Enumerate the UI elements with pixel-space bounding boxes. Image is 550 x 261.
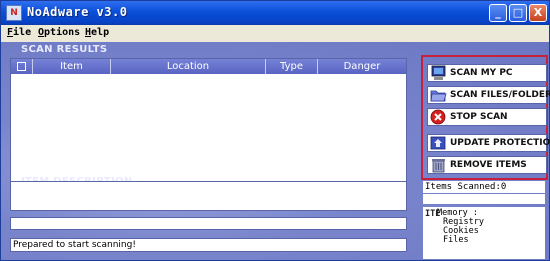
window-title: NoAdware v3.0	[27, 5, 128, 19]
scan-my-pc-label: SCAN MY PC	[450, 68, 513, 78]
scan-files-folders-button[interactable]: SCAN FILES/FOLDERS	[427, 86, 550, 104]
trash-icon	[432, 159, 445, 173]
menu-options[interactable]: Options	[38, 27, 80, 38]
update-protection-label: UPDATE PROTECTION	[450, 138, 550, 148]
remove-items-label: REMOVE ITEMS	[450, 160, 527, 170]
tree-node-files[interactable]: Files	[443, 235, 469, 245]
scan-target-tree[interactable]: ITE Memory : Registry Cookies Files	[423, 207, 545, 259]
main-panel: SCAN RESULTS Item Location Type Danger I…	[1, 42, 550, 260]
stop-scan-label: STOP SCAN	[450, 112, 508, 122]
status-text: Prepared to start scanning!	[10, 238, 407, 252]
folder-icon	[430, 90, 447, 102]
menu-file[interactable]: File	[7, 27, 31, 38]
item-description-box[interactable]	[10, 181, 407, 211]
app-logo-icon: N	[6, 5, 22, 21]
scan-files-folders-label: SCAN FILES/FOLDERS	[450, 90, 550, 100]
scan-status-field	[423, 194, 545, 204]
column-header-danger[interactable]: Danger	[318, 59, 406, 74]
menu-file-label: ile	[13, 27, 32, 38]
maximize-button[interactable]: □	[509, 4, 527, 22]
column-header-location[interactable]: Location	[111, 59, 266, 74]
stop-icon	[430, 109, 446, 125]
app-window: N NoAdware v3.0 _ □ X File Options Help …	[0, 0, 550, 261]
column-header-item[interactable]: Item	[33, 59, 111, 74]
update-icon	[430, 136, 446, 150]
menu-help-label: elp	[91, 27, 110, 38]
actions-panel: SCAN MY PC SCAN FILES/FOLDERS STOP SCAN	[421, 55, 550, 180]
progress-bar	[10, 217, 407, 230]
title-bar[interactable]: N NoAdware v3.0 _ □ X	[1, 1, 549, 25]
select-all-checkbox[interactable]	[11, 59, 33, 74]
menu-options-label: ptions	[44, 27, 81, 38]
menu-bar: File Options Help	[1, 25, 549, 42]
items-scanned-counter: Items Scanned:0	[423, 181, 545, 193]
remove-items-button[interactable]: REMOVE ITEMS	[427, 156, 547, 174]
table-header: Item Location Type Danger	[11, 59, 406, 74]
minimize-button[interactable]: _	[489, 4, 507, 22]
computer-icon	[431, 65, 446, 80]
update-protection-button[interactable]: UPDATE PROTECTION	[427, 134, 550, 152]
stop-scan-button[interactable]: STOP SCAN	[427, 108, 547, 126]
checkbox-icon	[17, 62, 26, 71]
scan-results-label: SCAN RESULTS	[21, 44, 108, 55]
column-header-type[interactable]: Type	[266, 59, 318, 74]
menu-help[interactable]: Help	[85, 27, 109, 38]
close-button[interactable]: X	[529, 4, 547, 22]
scan-my-pc-button[interactable]: SCAN MY PC	[427, 64, 547, 82]
